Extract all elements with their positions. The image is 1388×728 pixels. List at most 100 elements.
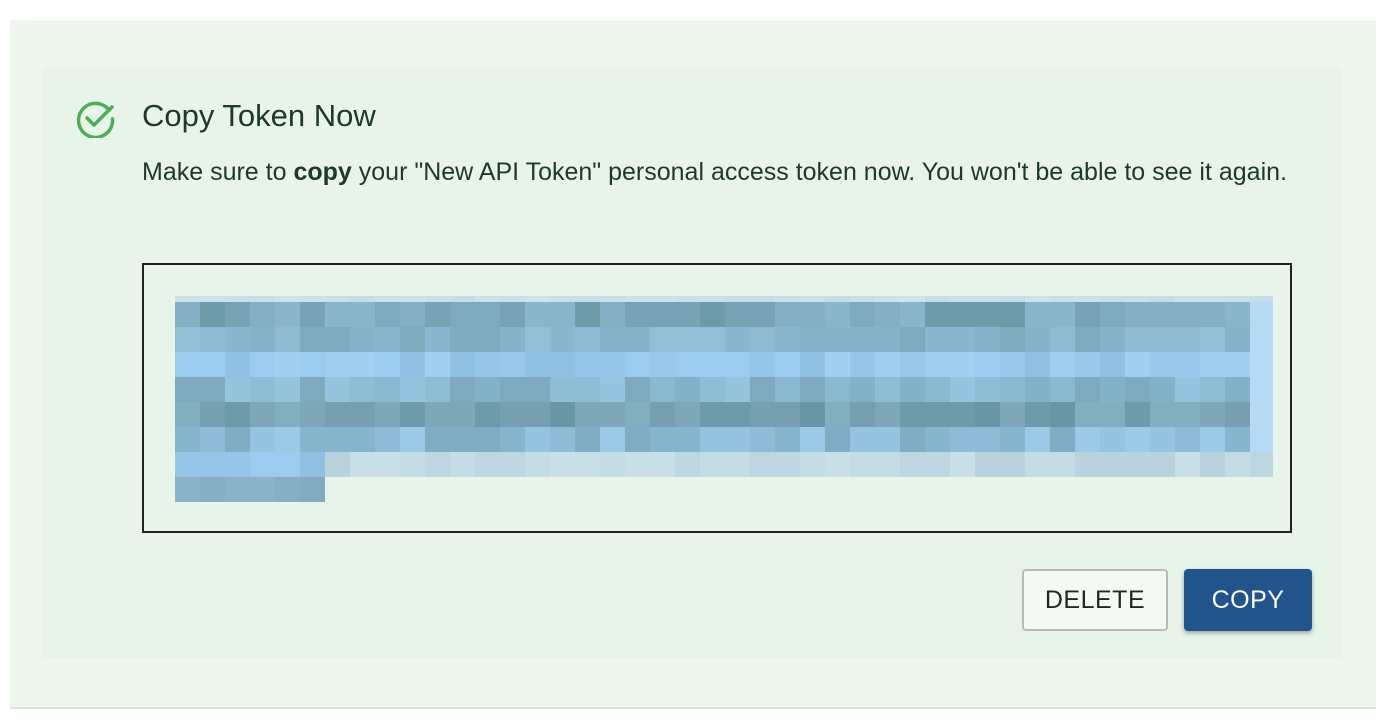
redacted-pixel xyxy=(500,402,525,427)
redacted-pixel xyxy=(375,377,400,402)
copy-button[interactable]: COPY xyxy=(1184,569,1312,631)
redacted-pixel xyxy=(1000,296,1025,302)
redacted-pixel xyxy=(525,377,550,402)
redacted-pixel xyxy=(675,352,700,377)
redacted-pixel xyxy=(600,452,625,477)
redacted-pixel xyxy=(1025,427,1050,452)
redacted-pixel xyxy=(975,296,1000,302)
redacted-pixel xyxy=(650,377,675,402)
redacted-pixel xyxy=(525,327,550,352)
redacted-pixel xyxy=(400,377,425,402)
redacted-pixel xyxy=(575,377,600,402)
redacted-pixel xyxy=(1000,427,1025,452)
redacted-pixel xyxy=(1250,402,1273,427)
redacted-pixel xyxy=(900,302,925,327)
redacted-pixel xyxy=(875,352,900,377)
redacted-pixel xyxy=(725,402,750,427)
redacted-pixel xyxy=(800,402,825,427)
redacted-pixel xyxy=(675,402,700,427)
redacted-pixel xyxy=(875,302,900,327)
redacted-pixel xyxy=(275,377,300,402)
redacted-pixel xyxy=(1025,352,1050,377)
alert-message: Make sure to copy your "New API Token" p… xyxy=(142,152,1302,193)
redacted-pixel xyxy=(550,352,575,377)
redacted-pixel xyxy=(400,352,425,377)
redacted-pixel xyxy=(400,452,425,477)
redacted-pixel xyxy=(425,327,450,352)
redacted-pixel xyxy=(875,427,900,452)
redacted-pixel xyxy=(250,477,275,502)
redacted-pixel xyxy=(500,327,525,352)
redacted-pixel xyxy=(500,452,525,477)
redacted-pixel xyxy=(975,402,1000,427)
redacted-pixel xyxy=(1225,452,1250,477)
redacted-pixel xyxy=(325,377,350,402)
redacted-pixel xyxy=(575,427,600,452)
redacted-pixel xyxy=(875,296,900,302)
redacted-pixel xyxy=(450,427,475,452)
redacted-pixel xyxy=(1175,296,1200,302)
redacted-pixel xyxy=(850,302,875,327)
redacted-pixel xyxy=(800,296,825,302)
redacted-pixel xyxy=(725,296,750,302)
redacted-pixel xyxy=(1100,377,1125,402)
redacted-pixel xyxy=(850,402,875,427)
redacted-pixel xyxy=(950,452,975,477)
delete-button[interactable]: DELETE xyxy=(1022,569,1168,631)
redacted-pixel xyxy=(700,352,725,377)
redacted-pixel xyxy=(750,296,775,302)
redacted-pixel xyxy=(1225,377,1250,402)
redacted-pixel xyxy=(250,427,275,452)
redacted-pixel xyxy=(1225,427,1250,452)
redacted-pixel xyxy=(1125,402,1150,427)
redacted-pixel xyxy=(350,377,375,402)
redacted-pixel xyxy=(1025,327,1050,352)
redacted-pixel xyxy=(475,352,500,377)
redacted-pixel xyxy=(1025,377,1050,402)
redacted-pixel xyxy=(875,377,900,402)
redacted-pixel xyxy=(250,452,275,477)
redacted-pixel xyxy=(650,402,675,427)
redacted-pixel xyxy=(825,377,850,402)
redacted-pixel xyxy=(375,296,400,302)
redacted-pixel xyxy=(275,427,300,452)
redacted-pixel xyxy=(700,377,725,402)
redacted-pixel xyxy=(550,302,575,327)
redacted-pixel xyxy=(1050,352,1075,377)
redacted-pixel xyxy=(1250,352,1273,377)
redacted-pixel xyxy=(725,327,750,352)
redacted-pixel xyxy=(175,402,200,427)
redacted-pixel xyxy=(750,302,775,327)
redacted-pixel xyxy=(825,352,850,377)
redacted-pixel xyxy=(350,296,375,302)
redacted-pixel xyxy=(900,427,925,452)
redacted-pixel xyxy=(800,452,825,477)
redacted-pixel xyxy=(700,327,725,352)
redacted-pixel xyxy=(575,296,600,302)
redacted-pixel xyxy=(625,296,650,302)
redacted-pixel xyxy=(900,402,925,427)
redacted-pixel xyxy=(200,377,225,402)
redacted-pixel xyxy=(275,352,300,377)
redacted-pixel xyxy=(825,296,850,302)
redacted-pixel xyxy=(475,296,500,302)
redacted-pixel xyxy=(600,427,625,452)
redacted-pixel xyxy=(550,452,575,477)
redacted-pixel xyxy=(1075,427,1100,452)
redacted-pixel xyxy=(500,377,525,402)
redacted-pixel xyxy=(900,352,925,377)
redacted-pixel xyxy=(975,302,1000,327)
redacted-pixel xyxy=(1025,302,1050,327)
redacted-pixel xyxy=(450,302,475,327)
redacted-pixel xyxy=(225,477,250,502)
redacted-pixel xyxy=(1075,296,1100,302)
redacted-pixel xyxy=(1200,296,1225,302)
redacted-pixel xyxy=(625,452,650,477)
redacted-pixel xyxy=(200,352,225,377)
redacted-pixel xyxy=(225,427,250,452)
redacted-pixel xyxy=(175,427,200,452)
token-field[interactable] xyxy=(142,263,1292,533)
redacted-pixel xyxy=(175,296,200,302)
redacted-pixel xyxy=(775,377,800,402)
redacted-pixel xyxy=(1200,377,1225,402)
